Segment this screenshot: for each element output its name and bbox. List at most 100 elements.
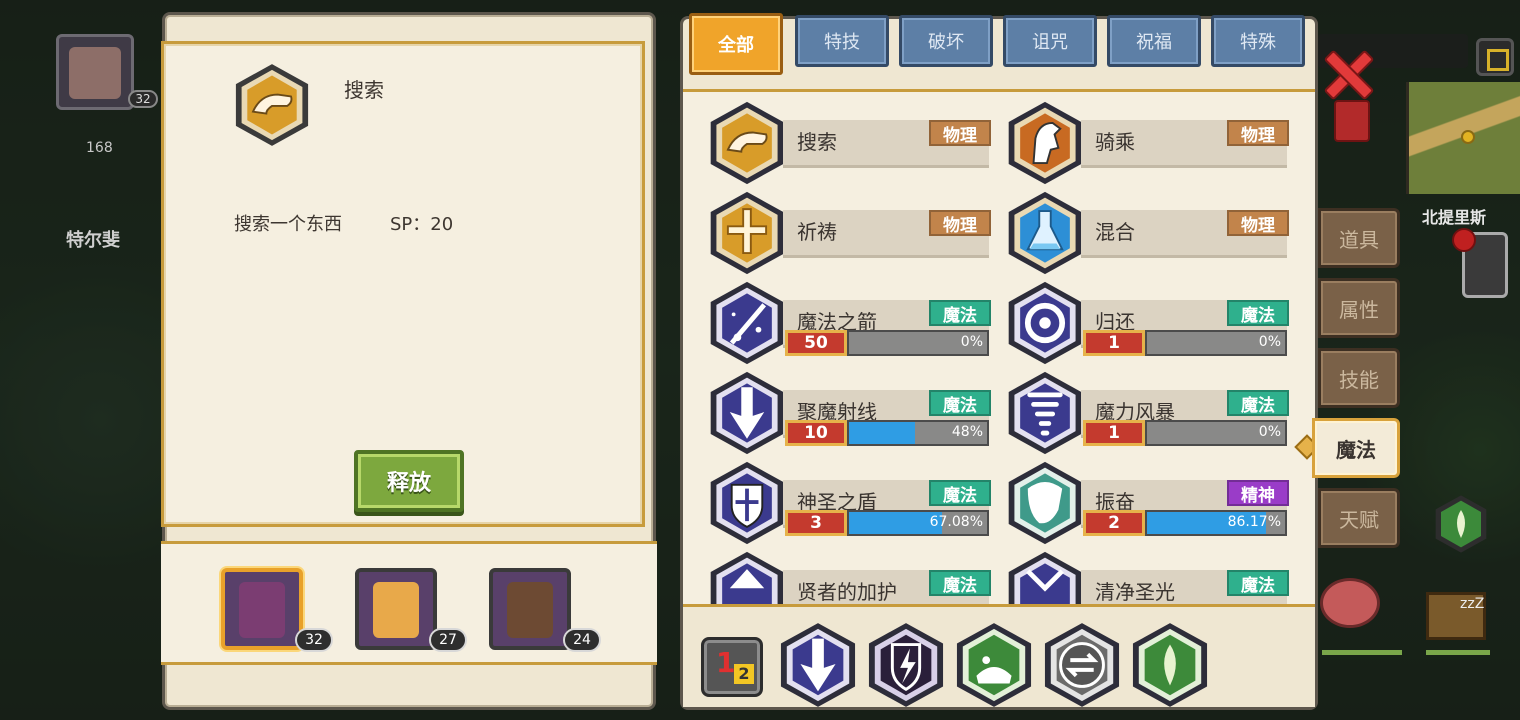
close-icon[interactable] xyxy=(1322,48,1370,96)
holy-light-icon xyxy=(1008,551,1082,604)
side-tab-talents[interactable]: 天赋 xyxy=(1318,488,1400,548)
hotbar-slot[interactable] xyxy=(955,621,1033,709)
skill-entry[interactable]: 神圣之盾 魔法 3 67.08% xyxy=(707,460,991,546)
side-tab-skills[interactable]: 技能 xyxy=(1318,348,1400,408)
skill-name: 混合 xyxy=(1095,220,1135,244)
side-tab-magic[interactable]: 魔法 xyxy=(1312,418,1400,478)
skill-title: 搜索 xyxy=(344,78,384,102)
tab-all[interactable]: 全部 xyxy=(689,13,783,75)
skill-entry[interactable]: 搜索 物理 xyxy=(707,100,991,186)
skill-progress-text: 86.17% xyxy=(1227,514,1281,530)
shield-icon xyxy=(710,461,784,545)
skill-level: 3 xyxy=(785,510,847,536)
skill-type-tag: 物理 xyxy=(1227,120,1289,146)
party-member[interactable]: 32 xyxy=(221,568,333,652)
hotbar-slot[interactable] xyxy=(1131,621,1209,709)
tab-curse[interactable]: 诅咒 xyxy=(1003,15,1097,67)
holy-cross-icon xyxy=(710,191,784,275)
skill-progress-text: 0% xyxy=(1258,424,1281,440)
skill-entry[interactable]: 魔法之箭 魔法 50 0% xyxy=(707,280,991,366)
skill-name: 搜索 xyxy=(797,130,837,154)
skill-progress-fill xyxy=(849,422,916,444)
hotbar-slot[interactable] xyxy=(867,621,945,709)
portal-icon xyxy=(1008,281,1082,365)
party-member[interactable]: 27 xyxy=(355,568,467,652)
roar-icon xyxy=(1008,461,1082,545)
side-tab-items[interactable]: 道具 xyxy=(1318,208,1400,268)
skill-type-tag: 魔法 xyxy=(1227,300,1289,326)
skill-entry[interactable]: 混合 物理 xyxy=(1005,190,1289,276)
skill-progress-text: 48% xyxy=(951,424,983,440)
hunger-bar xyxy=(1322,650,1402,655)
rank-two: 2 xyxy=(734,664,754,684)
skill-progress-fill xyxy=(849,512,942,534)
skill-type-tag: 魔法 xyxy=(929,300,991,326)
horse-icon xyxy=(1008,101,1082,185)
party-member-portrait xyxy=(239,582,285,638)
tab-blessing[interactable]: 祝福 xyxy=(1107,15,1201,67)
skill-entry[interactable]: 魔力风暴 魔法 1 0% xyxy=(1005,370,1289,456)
leaf-icon[interactable] xyxy=(1434,494,1488,554)
skill-progress-bar: 86.17% xyxy=(1145,510,1287,536)
tornado-icon xyxy=(1008,371,1082,455)
skill-detail-panel: 搜索 搜索一个东西 SP：20 释放 32 27 24 xyxy=(161,12,657,710)
hero-level-badge: 32 xyxy=(128,90,158,108)
food-icon[interactable] xyxy=(1320,578,1380,628)
tab-feats[interactable]: 特技 xyxy=(795,15,889,67)
party-member-portrait xyxy=(373,582,419,638)
sleep-indicator: zzZ xyxy=(1460,596,1485,612)
skill-hotbar: 1 2 xyxy=(683,611,1315,707)
magic-arrow-icon xyxy=(710,281,784,365)
party-member-portrait xyxy=(507,582,553,638)
hero-face xyxy=(69,47,121,99)
skill-type-tag: 魔法 xyxy=(929,570,991,596)
skill-type-tag: 魔法 xyxy=(929,480,991,506)
skill-detail-card: 搜索 搜索一个东西 SP：20 释放 xyxy=(161,41,645,527)
skill-level: 1 xyxy=(1083,330,1145,356)
skill-entry[interactable]: 骑乘 物理 xyxy=(1005,100,1289,186)
gift-icon[interactable] xyxy=(1334,100,1370,142)
beam-arrow-icon xyxy=(710,371,784,455)
skill-name: 贤者的加护 xyxy=(797,580,897,604)
skill-entry[interactable]: 聚魔射线 魔法 10 48% xyxy=(707,370,991,456)
town-name: 特尔斐 xyxy=(66,230,120,251)
rank-one: 1 xyxy=(716,646,736,679)
skill-entry[interactable]: 归还 魔法 1 0% xyxy=(1005,280,1289,366)
skill-progress-bar: 48% xyxy=(847,420,989,446)
skill-list-panel: 全部 特技 破坏 诅咒 祝福 特殊 搜索 物理 骑乘 物理 祈祷 物理 混合 物理 魔法… xyxy=(680,13,1318,710)
tab-special[interactable]: 特殊 xyxy=(1211,15,1305,67)
skill-entry[interactable]: 清净圣光 魔法 xyxy=(1005,550,1289,604)
skill-description: 搜索一个东西 xyxy=(234,214,342,235)
skill-type-tag: 魔法 xyxy=(1227,390,1289,416)
hero-stat-value: 168 xyxy=(86,140,113,156)
party-member-level: 27 xyxy=(429,628,467,652)
rank-toggle-button[interactable]: 1 2 xyxy=(701,637,763,697)
skill-progress-bar: 0% xyxy=(1145,420,1287,446)
region-name: 北提里斯 xyxy=(1422,208,1487,227)
stamina-bar xyxy=(1426,650,1490,655)
skill-level: 2 xyxy=(1083,510,1145,536)
swap-icon xyxy=(1044,623,1120,707)
party-member-level: 24 xyxy=(563,628,601,652)
skill-entry[interactable]: 贤者的加护 魔法 xyxy=(707,550,991,604)
skill-entry[interactable]: 祈祷 物理 xyxy=(707,190,991,276)
hotbar-slot[interactable] xyxy=(779,621,857,709)
skill-progress-bar: 0% xyxy=(847,330,989,356)
lightning-shield-icon xyxy=(868,623,944,707)
tab-destruction[interactable]: 破坏 xyxy=(899,15,993,67)
skill-sp-cost: SP：20 xyxy=(390,214,454,235)
skill-type-tag: 物理 xyxy=(1227,210,1289,236)
hotbar-slot[interactable] xyxy=(1043,621,1121,709)
skill-name: 骑乘 xyxy=(1095,130,1135,154)
side-tab-attributes[interactable]: 属性 xyxy=(1318,278,1400,338)
party-member[interactable]: 24 xyxy=(489,568,601,652)
cast-button[interactable]: 释放 xyxy=(354,450,464,512)
minimap[interactable] xyxy=(1406,82,1520,194)
hand-icon xyxy=(710,101,784,185)
sage-icon xyxy=(710,551,784,604)
exit-map-button[interactable] xyxy=(1476,38,1514,76)
skill-level: 1 xyxy=(1083,420,1145,446)
hero-portrait[interactable] xyxy=(56,34,134,110)
skill-entry[interactable]: 振奋 精神 2 86.17% xyxy=(1005,460,1289,546)
skill-type-tag: 物理 xyxy=(929,120,991,146)
